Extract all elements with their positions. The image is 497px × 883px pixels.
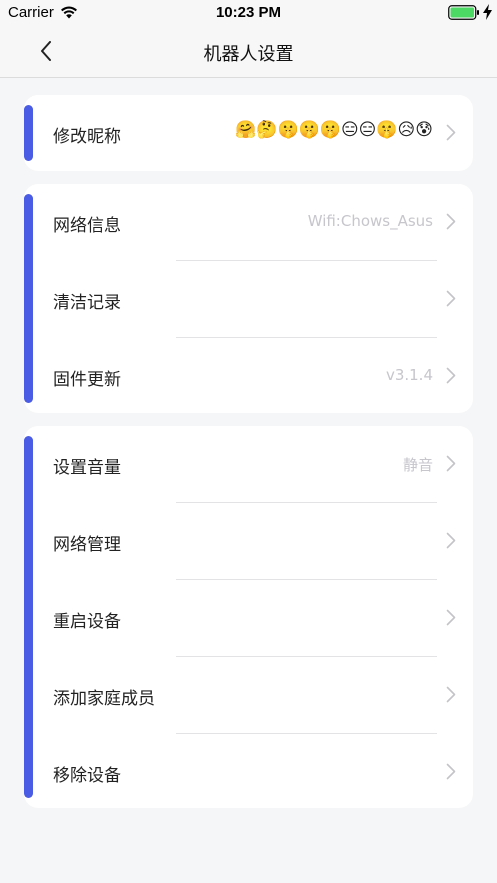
remove-device-label: 移除设备 <box>53 766 121 786</box>
charging-icon <box>483 4 492 20</box>
device-settings-card: 设置音量 静音 网络管理 重启设备 添加家庭成员 移除设备 <box>24 426 473 808</box>
chevron-right-icon <box>446 213 456 230</box>
chevron-right-icon <box>446 455 456 472</box>
firmware-version-value: v3.1.4 <box>385 366 433 384</box>
restart-device-row[interactable]: 重启设备 <box>24 580 473 656</box>
remove-device-row[interactable]: 移除设备 <box>24 734 473 808</box>
restart-device-label: 重启设备 <box>53 612 121 632</box>
nickname-emoji-value: 🤗🤔🤫🤫🤫😑😑🤫😥😰 <box>235 120 433 140</box>
status-time: 10:23 PM <box>215 4 282 21</box>
network-manage-row[interactable]: 网络管理 <box>24 503 473 579</box>
chevron-right-icon <box>446 609 456 626</box>
chevron-right-icon <box>446 763 456 780</box>
chevron-right-icon <box>446 367 456 384</box>
add-family-member-row[interactable]: 添加家庭成员 <box>24 657 473 733</box>
chevron-right-icon <box>446 290 456 307</box>
firmware-update-label: 固件更新 <box>53 370 121 390</box>
volume-row[interactable]: 设置音量 静音 <box>24 426 473 502</box>
firmware-update-row[interactable]: 固件更新 v3.1.4 <box>24 338 473 413</box>
edit-nickname-label: 修改昵称 <box>53 127 121 147</box>
navigation-bar: 机器人设置 <box>0 26 497 78</box>
status-bar: Carrier 10:23 PM <box>0 0 497 26</box>
network-info-row[interactable]: 网络信息 Wifi:Chows_Asus <box>24 184 473 260</box>
chevron-right-icon <box>446 686 456 703</box>
clean-records-label: 清洁记录 <box>53 293 121 313</box>
network-info-label: 网络信息 <box>53 216 121 236</box>
edit-nickname-row[interactable]: 修改昵称 🤗🤔🤫🤫🤫😑😑🤫😥😰 <box>24 95 473 171</box>
nickname-card: 修改昵称 🤗🤔🤫🤫🤫😑😑🤫😥😰 <box>24 95 473 171</box>
network-info-value: Wifi:Chows_Asus <box>307 212 433 230</box>
volume-label: 设置音量 <box>53 458 121 478</box>
chevron-right-icon <box>446 532 456 549</box>
chevron-right-icon <box>446 124 456 141</box>
network-manage-label: 网络管理 <box>53 535 121 555</box>
add-family-member-label: 添加家庭成员 <box>53 689 155 709</box>
battery-icon <box>448 5 479 20</box>
volume-value: 静音 <box>402 456 433 474</box>
device-info-card: 网络信息 Wifi:Chows_Asus 清洁记录 固件更新 v3.1.4 <box>24 184 473 413</box>
clean-records-row[interactable]: 清洁记录 <box>24 261 473 337</box>
page-title: 机器人设置 <box>203 44 294 65</box>
